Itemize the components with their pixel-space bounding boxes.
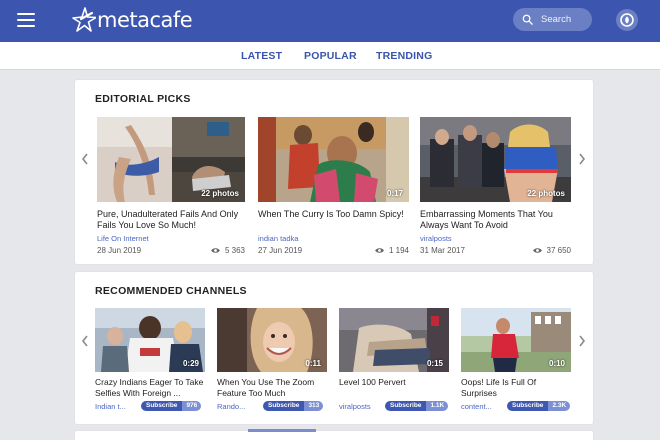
section-title: EDITORIAL PICKS (95, 93, 191, 105)
video-tile[interactable]: 22 photos Pure, Unadulterated Fails And … (97, 117, 245, 257)
subscribe-button[interactable]: Subscribe 1.1K (385, 401, 449, 411)
search-button[interactable]: Search (513, 8, 592, 31)
menu-icon[interactable] (17, 13, 35, 27)
duration-badge: 0:29 (182, 359, 199, 368)
subscribe-button[interactable]: Subscribe 2.3K (507, 401, 571, 411)
channel-video-tile[interactable]: 0:11 When You Use The Zoom Feature Too M… (217, 308, 327, 416)
video-title[interactable]: Pure, Unadulterated Fails And Only Fails… (97, 209, 245, 231)
subscriber-count: 313 (304, 401, 324, 411)
next-section-card (75, 431, 593, 440)
video-source[interactable]: viralposts (420, 234, 452, 243)
video-tile[interactable]: 0:17 When The Curry Is Too Damn Spicy! i… (258, 117, 409, 257)
video-thumbnail[interactable]: 0:10 (461, 308, 571, 372)
view-count-value: 1 194 (388, 246, 409, 255)
channel-video-tile[interactable]: 0:29 Crazy Indians Eager To Take Selfies… (95, 308, 205, 416)
user-avatar-icon (620, 13, 634, 27)
video-thumbnail[interactable]: 0:29 (95, 308, 205, 372)
editorial-picks-card: EDITORIAL PICKS 22 photos Pure, Unadulte… (75, 80, 593, 264)
channel-name[interactable]: Rando... (217, 402, 253, 411)
subscribe-button[interactable]: Subscribe 976 (141, 401, 202, 411)
user-avatar[interactable] (616, 9, 638, 31)
tab-trending[interactable]: TRENDING (376, 50, 432, 62)
channel-name[interactable]: Indian t... (95, 402, 135, 411)
chevron-left-icon[interactable] (80, 334, 90, 348)
subscribe-label: Subscribe (507, 401, 549, 411)
subscriber-count: 2.3K (548, 401, 571, 411)
logo-text: metacafe (97, 8, 193, 32)
view-count: 1 194 (374, 246, 409, 255)
duration-badge: 0:10 (548, 359, 565, 368)
video-thumbnail[interactable]: 22 photos (97, 117, 245, 202)
channel-name[interactable]: content... (461, 402, 501, 411)
search-icon (522, 14, 533, 25)
subscriber-count: 1.1K (426, 401, 449, 411)
subscribe-label: Subscribe (141, 401, 183, 411)
section-nav: LATEST POPULAR TRENDING (0, 42, 660, 70)
view-count: 37 650 (532, 246, 571, 255)
scroll-indicator (248, 429, 316, 432)
recommended-channels-card: RECOMMENDED CHANNELS 0:29 Crazy Indians … (75, 272, 593, 424)
channel-name[interactable]: viralposts (339, 402, 379, 411)
star-logo-icon (72, 7, 96, 32)
video-source[interactable]: indian tadka (258, 234, 298, 243)
video-title[interactable]: Crazy Indians Eager To Take Selfies With… (95, 377, 205, 399)
duration-badge: 0:15 (426, 359, 443, 368)
tab-latest[interactable]: LATEST (241, 50, 282, 62)
video-date: 27 Jun 2019 (258, 246, 303, 255)
view-count-value: 37 650 (546, 246, 571, 255)
subscribe-label: Subscribe (263, 401, 305, 411)
video-thumbnail[interactable]: 22 photos (420, 117, 571, 202)
channel-video-tile[interactable]: 0:10 Oops! Life Is Full Of Surprises con… (461, 308, 571, 416)
video-title[interactable]: When The Curry Is Too Damn Spicy! (258, 209, 409, 220)
view-count-value: 5 363 (224, 246, 245, 255)
chevron-right-icon[interactable] (577, 152, 587, 166)
duration-badge: 0:17 (386, 189, 403, 198)
video-thumbnail[interactable]: 0:17 (258, 117, 409, 202)
view-count: 5 363 (210, 246, 245, 255)
top-header: metacafe Search (0, 0, 660, 42)
metacafe-logo[interactable]: metacafe (72, 5, 193, 35)
chevron-left-icon[interactable] (80, 152, 90, 166)
photo-count-badge: 22 photos (201, 189, 239, 198)
subscribe-button[interactable]: Subscribe 313 (263, 401, 324, 411)
eye-icon (211, 248, 220, 253)
video-thumbnail[interactable]: 0:11 (217, 308, 327, 372)
section-title: RECOMMENDED CHANNELS (95, 285, 247, 297)
chevron-right-icon[interactable] (577, 334, 587, 348)
video-date: 31 Mar 2017 (420, 246, 465, 255)
video-tile[interactable]: 22 photos Embarrassing Moments That You … (420, 117, 571, 257)
video-title[interactable]: Embarrassing Moments That You Always Wan… (420, 209, 571, 231)
video-source[interactable]: Life On Internet (97, 234, 149, 243)
search-label: Search (541, 14, 572, 25)
video-date: 28 Jun 2019 (97, 246, 142, 255)
tab-popular[interactable]: POPULAR (304, 50, 357, 62)
video-title[interactable]: Oops! Life Is Full Of Surprises (461, 377, 571, 399)
eye-icon (532, 248, 542, 253)
video-thumbnail[interactable]: 0:15 (339, 308, 449, 372)
eye-icon (375, 248, 384, 253)
photo-count-badge: 22 photos (527, 189, 565, 198)
video-title[interactable]: When You Use The Zoom Feature Too Much (217, 377, 327, 399)
channel-video-tile[interactable]: 0:15 Level 100 Pervert viralposts Subscr… (339, 308, 449, 416)
subscribe-label: Subscribe (385, 401, 427, 411)
duration-badge: 0:11 (305, 359, 321, 368)
video-title[interactable]: Level 100 Pervert (339, 377, 449, 388)
subscriber-count: 976 (182, 401, 202, 411)
